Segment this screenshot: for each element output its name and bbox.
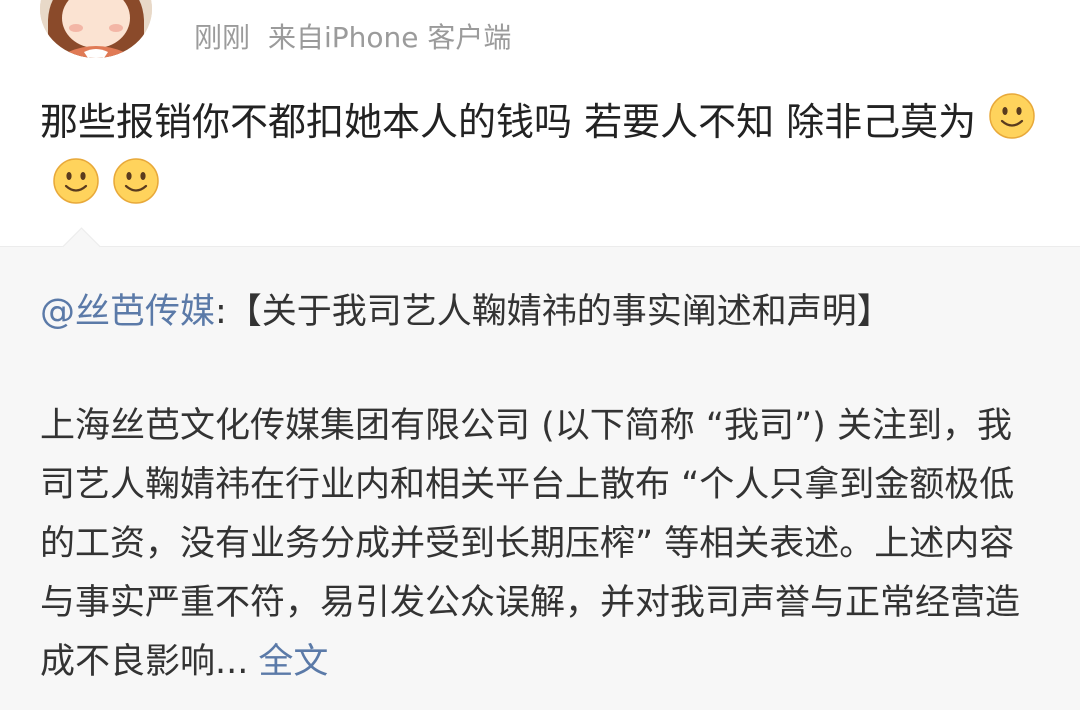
smile-emoji-icon xyxy=(112,157,160,222)
post-meta: 刚刚 来自iPhone 客户端 xyxy=(194,14,511,58)
post-source[interactable]: 来自iPhone 客户端 xyxy=(268,16,511,56)
post-content: 那些报销你不都扣她本人的钱吗 若要人不知 除非己莫为 xyxy=(40,92,1040,222)
repost-card[interactable]: @丝芭传媒:【关于我司艺人鞠婧祎的事实阐述和声明】 上海丝芭文化传媒集团有限公司… xyxy=(0,227,1080,710)
repost-caret xyxy=(62,227,101,266)
author-mention-link[interactable]: @丝芭传媒 xyxy=(40,292,215,332)
avatar-illustration xyxy=(40,0,152,58)
avatar[interactable] xyxy=(40,0,152,58)
repost-header: @丝芭传媒:【关于我司艺人鞠婧祎的事实阐述和声明】 xyxy=(40,287,1050,337)
repost-body-text: 上海丝芭文化传媒集团有限公司 (以下简称 “我司”) 关注到，我司艺人鞠婧祎在行… xyxy=(40,406,1021,682)
read-full-link[interactable]: 全文 xyxy=(258,642,328,682)
repost-body: 上海丝芭文化传媒集团有限公司 (以下简称 “我司”) 关注到，我司艺人鞠婧祎在行… xyxy=(40,397,1040,692)
smile-emoji-icon xyxy=(52,157,100,222)
post-text: 那些报销你不都扣她本人的钱吗 若要人不知 除非己莫为 xyxy=(40,100,977,144)
repost-title: :【关于我司艺人鞠婧祎的事实阐述和声明】 xyxy=(215,292,892,332)
smile-emoji-icon xyxy=(988,92,1036,157)
post-time: 刚刚 xyxy=(194,21,251,54)
